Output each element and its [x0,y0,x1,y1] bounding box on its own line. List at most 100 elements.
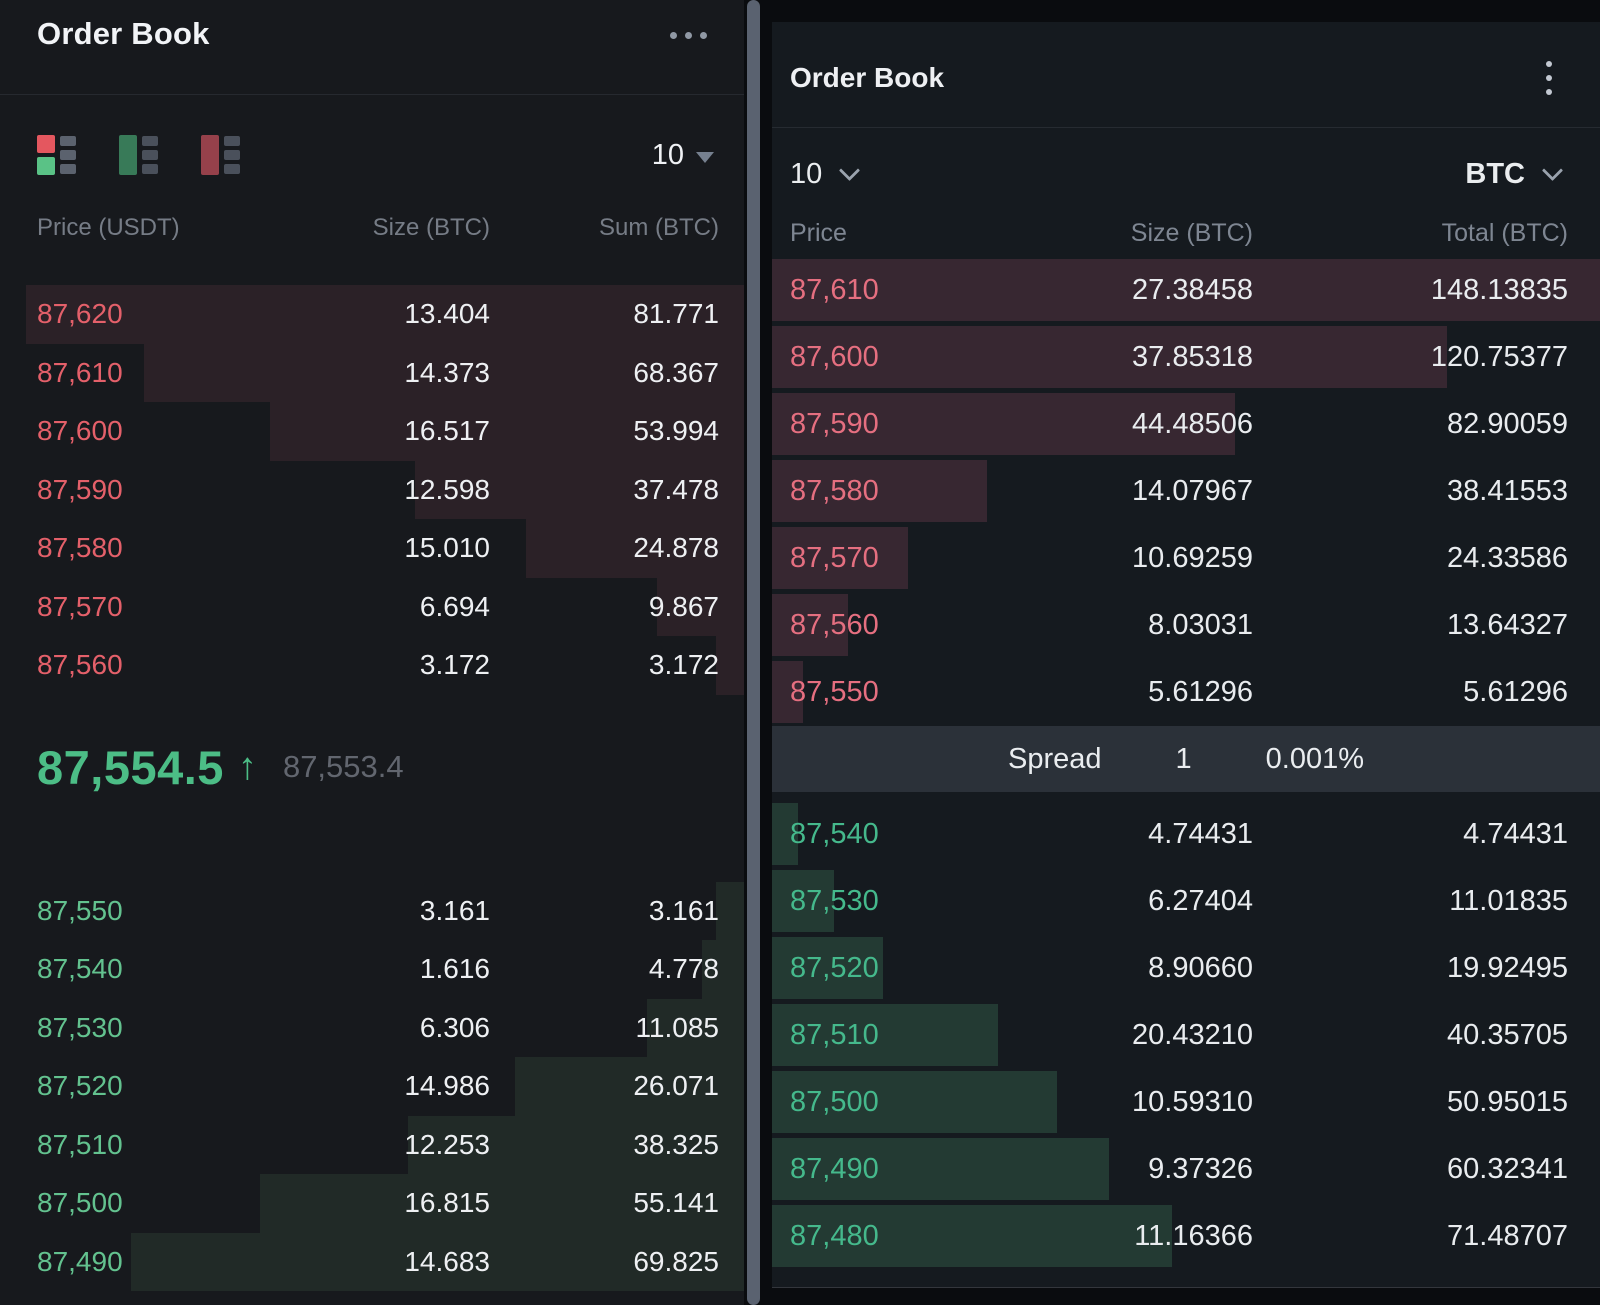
ask-row[interactable]: 87,61027.38458148.13835 [772,257,1600,324]
sum-value: 81.771 [490,298,719,330]
size-value: 11.16366 [1013,1220,1253,1253]
ask-row[interactable]: 87,58014.0796738.41553 [772,458,1600,525]
chevron-down-icon [1542,159,1563,180]
last-price: 87,554.5 [37,740,224,795]
size-value: 5.61296 [1013,676,1253,709]
panel-header: Order Book [0,0,744,95]
bid-row[interactable]: 87,5404.744314.74431 [772,801,1600,868]
bid-row[interactable]: 87,49014.68369.825 [0,1233,744,1292]
bid-row[interactable]: 87,51012.25338.325 [0,1116,744,1175]
ask-row[interactable]: 87,5608.0303113.64327 [772,592,1600,659]
size-value: 12.253 [280,1129,490,1161]
sum-value: 4.74431 [1253,818,1568,851]
size-value: 8.90660 [1013,952,1253,985]
window-divider-handle[interactable] [747,0,760,1305]
bid-row[interactable]: 87,48011.1636671.48707 [772,1203,1600,1270]
bid-row[interactable]: 87,5401.6164.778 [0,940,744,999]
bid-price: 87,500 [790,1086,1013,1119]
size-value: 14.986 [280,1070,490,1102]
column-headers: Price Size (BTC) Total (BTC) [772,218,1600,248]
asset-select[interactable]: BTC [1465,158,1560,191]
bid-row[interactable]: 87,5503.1613.161 [0,882,744,941]
bid-price: 87,530 [37,1012,280,1044]
ask-row[interactable]: 87,60037.85318120.75377 [772,324,1600,391]
mark-price: 87,553.4 [283,749,404,785]
order-book-panel-right: Order Book 10 BTC Price Size (BTC) Total… [772,22,1600,1288]
size-value: 3.161 [280,895,490,927]
ask-price: 87,570 [790,542,1013,575]
depth-select-value: 10 [790,158,822,191]
ask-row[interactable]: 87,59044.4850682.90059 [772,391,1600,458]
sum-value: 3.172 [490,649,719,681]
size-value: 44.48506 [1013,408,1253,441]
sum-value: 148.13835 [1253,274,1568,307]
bid-row[interactable]: 87,51020.4321040.35705 [772,1002,1600,1069]
size-value: 14.373 [280,357,490,389]
ask-row[interactable]: 87,5706.6949.867 [0,578,744,637]
ask-row[interactable]: 87,60016.51753.994 [0,402,744,461]
size-value: 10.69259 [1013,542,1253,575]
more-vertical-icon[interactable] [1542,57,1556,99]
ask-row[interactable]: 87,5603.1723.172 [0,636,744,695]
ask-row[interactable]: 87,59012.59837.478 [0,461,744,520]
size-value: 12.598 [280,474,490,506]
depth-bar [716,882,744,941]
sum-value: 11.085 [490,1012,719,1044]
sum-value: 38.41553 [1253,475,1568,508]
bid-price: 87,490 [790,1153,1013,1186]
size-value: 27.38458 [1013,274,1253,307]
size-value: 6.27404 [1013,885,1253,918]
bid-row[interactable]: 87,5306.2740411.01835 [772,868,1600,935]
sum-value: 5.61296 [1253,676,1568,709]
ask-price: 87,590 [790,408,1013,441]
bids-list: 87,5503.1613.16187,5401.6164.77887,5306.… [0,882,744,1292]
size-value: 3.172 [280,649,490,681]
price-up-arrow-icon: ↑ [238,746,257,789]
spread-percent: 0.001% [1266,743,1364,776]
bids-only-view-icon[interactable] [119,135,163,175]
bid-row[interactable]: 87,5208.9066019.92495 [772,935,1600,1002]
size-value: 16.815 [280,1187,490,1219]
panel-title: Order Book [37,16,210,52]
column-headers: Price (USDT) Size (BTC) Sum (BTC) [0,213,744,243]
bid-row[interactable]: 87,50016.81555.141 [0,1174,744,1233]
combined-book-view-icon[interactable] [37,135,81,175]
size-value: 16.517 [280,415,490,447]
bid-row[interactable]: 87,52014.98626.071 [0,1057,744,1116]
sum-value: 19.92495 [1253,952,1568,985]
sum-value: 38.325 [490,1129,719,1161]
depth-bar [716,636,744,695]
bids-list: 87,5404.744314.7443187,5306.2740411.0183… [772,801,1600,1270]
ask-row[interactable]: 87,57010.6925924.33586 [772,525,1600,592]
depth-select[interactable]: 10 [790,158,857,191]
more-horizontal-icon[interactable] [670,32,707,39]
asks-only-view-icon[interactable] [201,135,245,175]
order-book-toolbar: 10 BTC [772,142,1600,206]
ask-price: 87,580 [790,475,1013,508]
sum-value: 13.64327 [1253,609,1568,642]
ask-row[interactable]: 87,58015.01024.878 [0,519,744,578]
bid-row[interactable]: 87,4909.3732660.32341 [772,1136,1600,1203]
sum-value: 11.01835 [1253,885,1568,918]
sum-value: 69.825 [490,1246,719,1278]
ask-row[interactable]: 87,62013.40481.771 [0,285,744,344]
size-value: 6.694 [280,591,490,623]
bid-price: 87,480 [790,1220,1013,1253]
sum-column-header: Sum (BTC) [490,214,719,242]
bid-row[interactable]: 87,50010.5931050.95015 [772,1069,1600,1136]
ask-row[interactable]: 87,61014.37368.367 [0,344,744,403]
bid-row[interactable]: 87,5306.30611.085 [0,999,744,1058]
ask-row[interactable]: 87,5505.612965.61296 [772,659,1600,726]
sum-value: 24.878 [490,532,719,564]
asks-list: 87,61027.38458148.1383587,60037.85318120… [772,257,1600,726]
sum-value: 55.141 [490,1187,719,1219]
size-value: 13.404 [280,298,490,330]
panel-title: Order Book [790,62,944,94]
size-value: 15.010 [280,532,490,564]
bid-price: 87,500 [37,1187,280,1219]
sum-value: 60.32341 [1253,1153,1568,1186]
sum-value: 71.48707 [1253,1220,1568,1253]
sum-value: 26.071 [490,1070,719,1102]
size-value: 6.306 [280,1012,490,1044]
depth-select[interactable]: 10 [652,139,714,172]
